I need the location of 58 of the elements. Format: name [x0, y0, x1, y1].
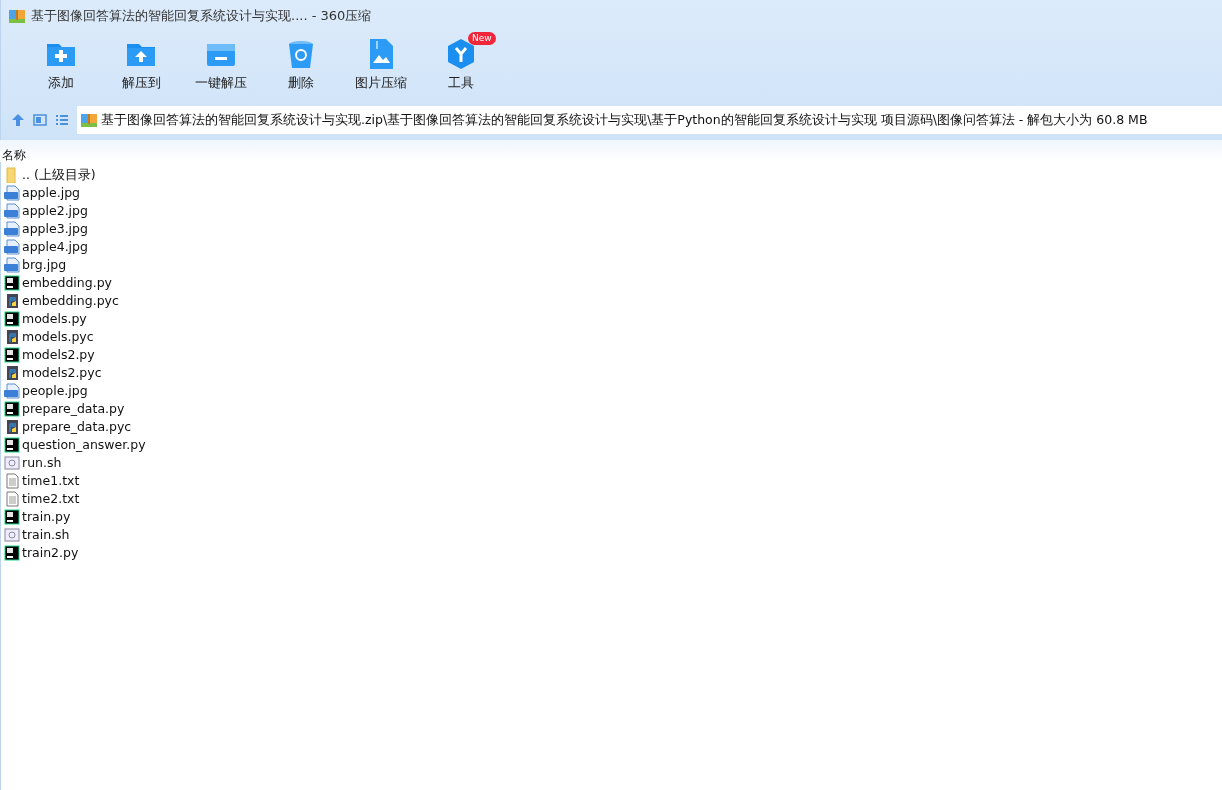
file-name[interactable]: embedding.py — [22, 273, 112, 293]
image-file-icon — [4, 221, 20, 237]
python-file-icon — [4, 365, 20, 381]
file-name[interactable]: apple2.jpg — [22, 201, 88, 221]
toolbar-button[interactable]: New 工具 — [421, 32, 501, 100]
script-file-icon — [4, 527, 20, 543]
file-name[interactable]: brg.jpg — [22, 255, 67, 275]
code-file-icon — [4, 545, 20, 561]
file-name[interactable]: .. (上级目录) — [22, 165, 96, 185]
file-name[interactable]: models.pyc — [22, 327, 94, 347]
image-file-icon — [4, 257, 20, 273]
code-file-icon — [4, 437, 20, 453]
image-file-icon — [4, 185, 20, 201]
file-name[interactable]: models2.pyc — [22, 363, 102, 383]
toolbar-button[interactable]: 添加 — [21, 32, 101, 100]
archive-icon — [9, 8, 25, 24]
file-name[interactable]: train.py — [22, 507, 71, 527]
list-view-icon — [55, 113, 69, 127]
file-name[interactable]: apple.jpg — [22, 183, 80, 203]
python-file-icon — [4, 293, 20, 309]
window-title: 基于图像回答算法的智能回复系统设计与实现.... - 360压缩 — [31, 7, 372, 26]
address-field[interactable]: 基于图像回答算法的智能回复系统设计与实现.zip\基于图像回答算法的智能回复系统设计与实现\基于Python的智能回复系统设计与实现 项目源码\图像问答算法 - 解包大小为 60.8 MB — [77, 106, 1222, 134]
image-file-icon — [4, 383, 20, 399]
file-name[interactable]: models2.py — [22, 345, 95, 365]
file-name[interactable]: prepare_data.pyc — [22, 417, 132, 437]
code-file-icon — [4, 275, 20, 291]
code-file-icon — [4, 311, 20, 327]
script-file-icon — [4, 455, 20, 471]
file-name[interactable]: train.sh — [22, 525, 70, 545]
file-name[interactable]: apple4.jpg — [22, 237, 88, 257]
up-arrow-icon — [11, 113, 25, 127]
new-badge: New — [468, 32, 496, 45]
toolbar-button[interactable]: 图片压缩 — [341, 32, 421, 100]
file-name[interactable]: time1.txt — [22, 471, 80, 491]
python-file-icon — [4, 419, 20, 435]
text-file-icon — [4, 491, 20, 507]
file-name[interactable]: prepare_data.py — [22, 399, 125, 419]
file-name[interactable]: people.jpg — [22, 381, 88, 401]
file-name[interactable]: question_answer.py — [22, 435, 146, 455]
python-file-icon — [4, 329, 20, 345]
file-name[interactable]: train2.py — [22, 543, 79, 563]
code-file-icon — [4, 509, 20, 525]
toolbar-button[interactable]: 一键解压 — [181, 32, 261, 100]
file-name[interactable]: models.py — [22, 309, 87, 329]
column-header[interactable]: 名称 — [2, 148, 26, 162]
archive-icon — [81, 112, 97, 128]
thumbnail-view-icon — [33, 113, 47, 127]
file-name[interactable]: time2.txt — [22, 489, 80, 509]
toolbar-button[interactable]: 删除 — [261, 32, 341, 100]
file-name[interactable]: embedding.pyc — [22, 291, 119, 311]
file-name[interactable]: run.sh — [22, 453, 62, 473]
code-file-icon — [4, 401, 20, 417]
code-file-icon — [4, 347, 20, 363]
image-file-icon — [4, 239, 20, 255]
text-file-icon — [4, 473, 20, 489]
file-name[interactable]: apple3.jpg — [22, 219, 88, 239]
toolbar-button[interactable]: 解压到 — [101, 32, 181, 100]
image-file-icon — [4, 203, 20, 219]
